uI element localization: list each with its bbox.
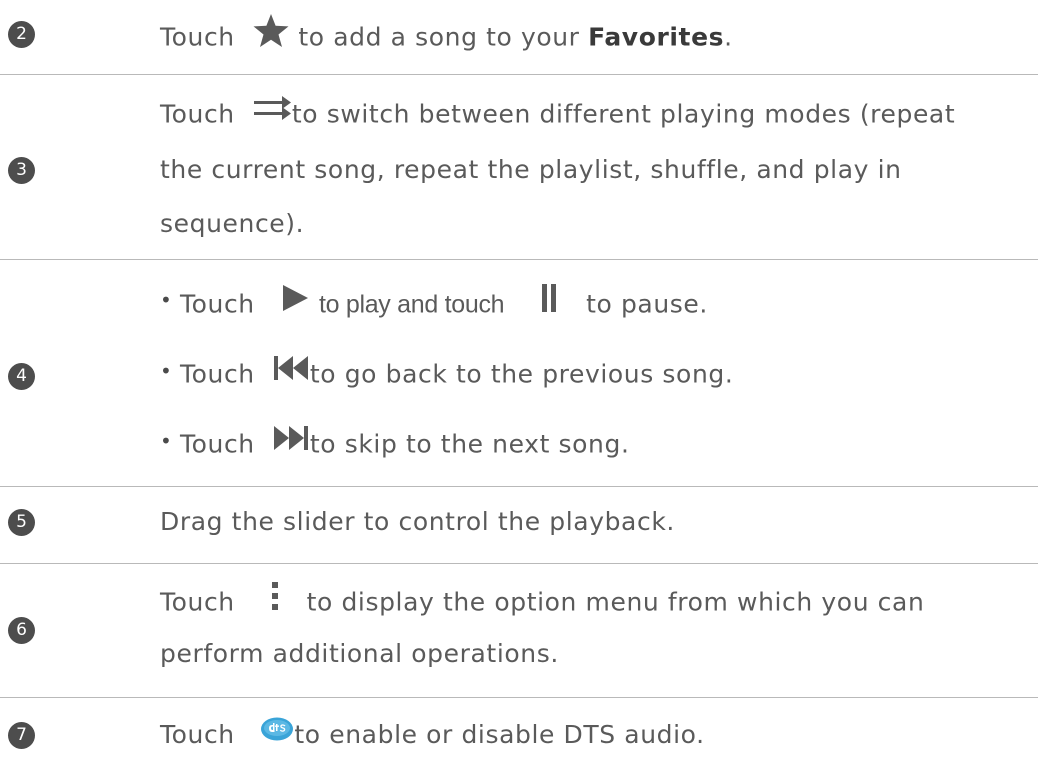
row-divider bbox=[0, 486, 1038, 487]
step-3-line-2: the current song, repeat the playlist, s… bbox=[160, 155, 902, 184]
star-icon bbox=[252, 13, 290, 58]
step-2-text: Touch to add a song to your Favorites. bbox=[160, 13, 733, 61]
touch-word: Touch bbox=[160, 99, 235, 129]
bullet-dot: • bbox=[160, 429, 172, 453]
step-number-3: 3 bbox=[8, 157, 35, 184]
step-7-text: Touch to enable or disable DTS audio. bbox=[160, 716, 705, 754]
touch-word: Touch bbox=[160, 22, 235, 52]
touch-word: Touch bbox=[160, 587, 235, 617]
row-divider bbox=[0, 74, 1038, 75]
play-icon bbox=[280, 283, 310, 322]
play-mode-switch-icon bbox=[252, 93, 292, 132]
touch-word: Touch bbox=[160, 720, 235, 749]
step-7-desc: to enable or disable DTS audio. bbox=[294, 720, 705, 749]
row-divider bbox=[0, 563, 1038, 564]
pause-icon bbox=[538, 282, 560, 323]
step-2-end: . bbox=[724, 22, 733, 52]
step-3-line-3: sequence). bbox=[160, 209, 305, 238]
step-4-pause-desc: to pause. bbox=[586, 289, 708, 319]
next-song-icon bbox=[272, 423, 310, 462]
step-6-line-2: perform additional operations. bbox=[160, 639, 559, 668]
favorites-label: Favorites bbox=[588, 22, 725, 52]
step-4-next-desc: to skip to the next song. bbox=[309, 429, 630, 459]
previous-song-icon bbox=[272, 353, 310, 392]
step-4-bullet-1: Touch to play and touch to pause. bbox=[180, 282, 708, 326]
step-3-line-1: Touch to switch between different playin… bbox=[160, 96, 955, 135]
step-6-desc-1: to display the option menu from which yo… bbox=[306, 587, 925, 617]
more-options-icon bbox=[269, 580, 281, 621]
step-4-bullet-3: Touch to skip to the next song. bbox=[180, 426, 630, 465]
step-4-play-desc: to play and touch bbox=[318, 290, 505, 319]
step-4-prev-desc: to go back to the previous song. bbox=[309, 359, 734, 389]
step-4-bullet-2: Touch to go back to the previous song. bbox=[180, 356, 733, 395]
step-2-desc: to add a song to your bbox=[298, 22, 580, 52]
bullet-dot: • bbox=[160, 288, 172, 312]
step-number-6: 6 bbox=[8, 617, 35, 644]
step-number-7: 7 bbox=[8, 722, 35, 749]
row-divider bbox=[0, 259, 1038, 260]
dts-icon bbox=[260, 716, 294, 751]
touch-word: Touch bbox=[180, 289, 255, 319]
step-6-line-1: Touch to display the option menu from wh… bbox=[160, 580, 925, 624]
bullet-dot: • bbox=[160, 359, 172, 383]
step-number-4: 4 bbox=[8, 363, 35, 390]
step-3-desc-1: to switch between different playing mode… bbox=[291, 99, 956, 129]
row-divider bbox=[0, 697, 1038, 698]
touch-word: Touch bbox=[180, 359, 255, 389]
step-number-2: 2 bbox=[8, 21, 35, 48]
step-number-5: 5 bbox=[8, 509, 35, 536]
step-5-text: Drag the slider to control the playback. bbox=[160, 507, 675, 536]
touch-word: Touch bbox=[180, 429, 255, 459]
